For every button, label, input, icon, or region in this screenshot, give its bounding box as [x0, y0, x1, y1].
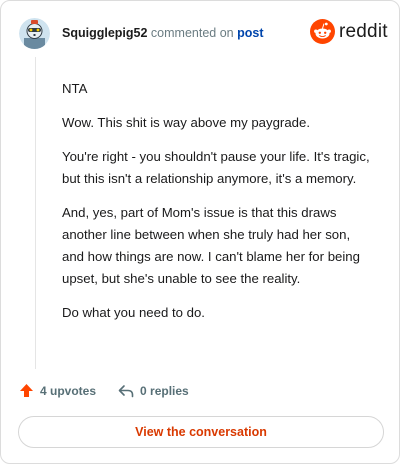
comment-paragraph: Do what you need to do. — [62, 305, 205, 320]
upvote-arrow-icon — [20, 384, 33, 397]
reddit-logo[interactable]: reddit — [310, 19, 388, 44]
comment-header: Squigglepig52 commented on post — [62, 26, 263, 40]
user-avatar[interactable] — [19, 18, 50, 49]
reply-button[interactable]: 0 replies — [118, 384, 189, 398]
view-conversation-button[interactable]: View the conversation — [18, 416, 384, 448]
comment-actions: 4 upvotes 0 replies — [19, 383, 189, 398]
upvote-button[interactable]: 4 upvotes — [19, 383, 96, 398]
reddit-wordmark: reddit — [339, 20, 388, 42]
comment-paragraph: NTA — [62, 81, 88, 96]
reply-arrow-icon — [118, 384, 134, 397]
comment-body: NTA Wow. This shit is way above my paygr… — [62, 78, 374, 336]
post-link[interactable]: post — [237, 26, 263, 40]
comment-paragraph: You're right - you shouldn't pause your … — [62, 149, 370, 186]
avatar-image — [19, 18, 50, 49]
comment-paragraph: Wow. This shit is way above my paygrade. — [62, 115, 310, 130]
comment-paragraph: And, yes, part of Mom's issue is that th… — [62, 205, 360, 286]
upvote-count: 4 upvotes — [40, 383, 97, 398]
reddit-snoo-icon — [310, 19, 335, 44]
reply-count: 0 replies — [140, 383, 189, 398]
comment-embed-card: Squigglepig52 commented on post reddit N… — [0, 0, 400, 464]
thread-line — [35, 57, 36, 369]
username-link[interactable]: Squigglepig52 — [62, 26, 147, 40]
commented-on-text: commented on — [150, 26, 234, 40]
